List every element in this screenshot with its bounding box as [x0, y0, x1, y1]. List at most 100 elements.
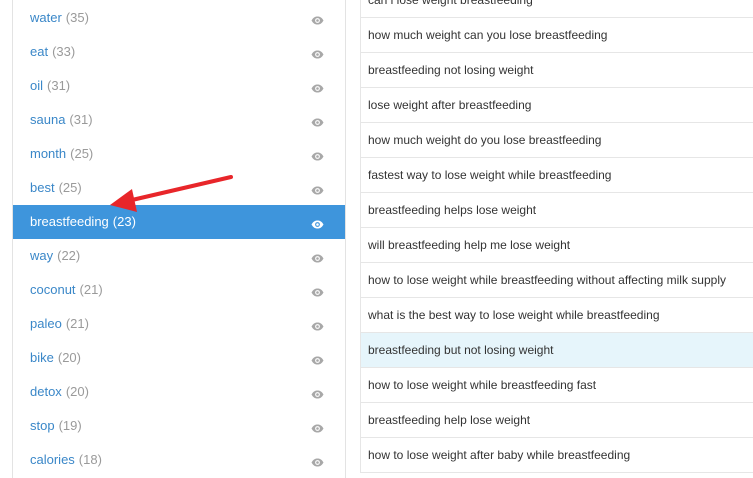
- keyword-word: sauna: [30, 112, 66, 127]
- eye-icon[interactable]: [311, 149, 324, 161]
- keyword-item-stop[interactable]: stop (19): [13, 409, 345, 443]
- phrase-row[interactable]: will breastfeeding help me lose weight: [360, 228, 753, 263]
- keyword-label: calories (18): [30, 443, 102, 477]
- keyword-item-sauna[interactable]: sauna (31): [13, 103, 345, 137]
- eye-icon[interactable]: [311, 47, 324, 59]
- keyword-label: sauna (31): [30, 103, 93, 137]
- eye-icon[interactable]: [311, 217, 324, 229]
- keyword-label: bike (20): [30, 341, 81, 375]
- keyword-count: (35): [65, 10, 89, 25]
- keyword-item-eat[interactable]: eat (33): [13, 35, 345, 69]
- phrase-text: breastfeeding help lose weight: [368, 413, 531, 427]
- keyword-label: eat (33): [30, 35, 75, 69]
- phrase-row[interactable]: fastest way to lose weight while breastf…: [360, 158, 753, 193]
- keyword-word: calories: [30, 452, 75, 467]
- keyword-word: month: [30, 146, 67, 161]
- phrase-row[interactable]: breastfeeding helps lose weight: [360, 193, 753, 228]
- phrase-text: how to lose weight while breastfeeding w…: [368, 273, 726, 287]
- phrase-text: how much weight do you lose breastfeedin…: [368, 133, 602, 147]
- phrase-text: will breastfeeding help me lose weight: [368, 238, 571, 252]
- eye-icon[interactable]: [311, 319, 324, 331]
- keyword-label: stop (19): [30, 409, 82, 443]
- keyword-item-best[interactable]: best (25): [13, 171, 345, 205]
- eye-icon[interactable]: [311, 251, 324, 263]
- phrase-row[interactable]: how to lose weight while breastfeeding w…: [360, 263, 753, 298]
- phrase-text: how to lose weight after baby while brea…: [368, 448, 631, 462]
- eye-icon[interactable]: [311, 421, 324, 433]
- phrase-row[interactable]: breastfeeding but not losing weight: [360, 333, 753, 368]
- keyword-item-breastfeeding[interactable]: breastfeeding (23): [13, 205, 345, 239]
- phrase-text: how to lose weight while breastfeeding f…: [368, 378, 597, 392]
- phrase-list: can i lose weight breastfeeding how much …: [360, 0, 753, 473]
- phrase-row[interactable]: how to lose weight while breastfeeding f…: [360, 368, 753, 403]
- eye-icon[interactable]: [311, 353, 324, 365]
- phrase-text: breastfeeding not losing weight: [368, 63, 534, 77]
- eye-icon[interactable]: [311, 183, 324, 195]
- phrase-text: breastfeeding but not losing weight: [368, 343, 554, 357]
- keyword-item-water[interactable]: water (35): [13, 1, 345, 35]
- keyword-word: best: [30, 180, 55, 195]
- keyword-word: stop: [30, 418, 55, 433]
- keyword-count: (21): [79, 282, 103, 297]
- keyword-item-oil[interactable]: oil (31): [13, 69, 345, 103]
- eye-icon[interactable]: [311, 115, 324, 127]
- keyword-count: (25): [70, 146, 94, 161]
- keyword-count: (22): [57, 248, 81, 263]
- keyword-item-calories[interactable]: calories (18): [13, 443, 345, 477]
- keyword-item-bike[interactable]: bike (20): [13, 341, 345, 375]
- phrase-row[interactable]: how much weight can you lose breastfeedi…: [360, 18, 753, 53]
- keyword-word: way: [30, 248, 54, 263]
- keyword-word: paleo: [30, 316, 62, 331]
- phrase-text: fastest way to lose weight while breastf…: [368, 168, 612, 182]
- keyword-count: (23): [112, 214, 136, 229]
- eye-icon[interactable]: [311, 81, 324, 93]
- phrase-row[interactable]: lose weight after breastfeeding: [360, 88, 753, 123]
- keyword-word: coconut: [30, 282, 76, 297]
- keyword-item-coconut[interactable]: coconut (21): [13, 273, 345, 307]
- keyword-item-paleo[interactable]: paleo (21): [13, 307, 345, 341]
- keyword-label: paleo (21): [30, 307, 89, 341]
- keyword-item-month[interactable]: month (25): [13, 137, 345, 171]
- phrase-text: breastfeeding helps lose weight: [368, 203, 537, 217]
- phrase-row[interactable]: breastfeeding not losing weight: [360, 53, 753, 88]
- keyword-count: (31): [69, 112, 93, 127]
- keyword-label: month (25): [30, 137, 93, 171]
- keyword-count: (20): [57, 350, 81, 365]
- keyword-label: oil (31): [30, 69, 70, 103]
- keyword-word: water: [30, 10, 62, 25]
- phrase-text: how much weight can you lose breastfeedi…: [368, 28, 608, 42]
- keyword-label: best (25): [30, 171, 82, 205]
- keyword-label: way (22): [30, 239, 80, 273]
- phrase-row[interactable]: breastfeeding help lose weight: [360, 403, 753, 438]
- keyword-count: (20): [65, 384, 89, 399]
- keyword-count: (25): [58, 180, 82, 195]
- eye-icon[interactable]: [311, 13, 324, 25]
- keyword-count: (19): [58, 418, 82, 433]
- keyword-word: oil: [30, 78, 44, 93]
- keyword-label: breastfeeding (23): [30, 205, 136, 239]
- phrase-row[interactable]: how much weight do you lose breastfeedin…: [360, 123, 753, 158]
- keyword-item-way[interactable]: way (22): [13, 239, 345, 273]
- phrase-text: what is the best way to lose weight whil…: [368, 308, 660, 322]
- keyword-label: coconut (21): [30, 273, 103, 307]
- keyword-word: detox: [30, 384, 62, 399]
- keyword-label: detox (20): [30, 375, 89, 409]
- phrase-text: lose weight after breastfeeding: [368, 98, 532, 112]
- eye-icon[interactable]: [311, 455, 324, 467]
- keyword-list: water (35) eat (33) oil (31) sauna (31) month (25…: [13, 1, 345, 477]
- phrase-row[interactable]: can i lose weight breastfeeding: [360, 0, 753, 18]
- phrase-row[interactable]: what is the best way to lose weight whil…: [360, 298, 753, 333]
- eye-icon[interactable]: [311, 285, 324, 297]
- keyword-word: breastfeeding: [30, 214, 109, 229]
- keyword-count: (18): [78, 452, 102, 467]
- phrase-text: can i lose weight breastfeeding: [368, 0, 533, 7]
- keyword-word: bike: [30, 350, 54, 365]
- keyword-sidebar: water (35) eat (33) oil (31) sauna (31) month (25…: [12, 0, 346, 478]
- phrase-row[interactable]: how to lose weight after baby while brea…: [360, 438, 753, 473]
- keyword-count: (21): [65, 316, 89, 331]
- keyword-item-detox[interactable]: detox (20): [13, 375, 345, 409]
- keyword-count: (31): [47, 78, 71, 93]
- keyword-count: (33): [52, 44, 76, 59]
- keyword-label: water (35): [30, 1, 89, 35]
- eye-icon[interactable]: [311, 387, 324, 399]
